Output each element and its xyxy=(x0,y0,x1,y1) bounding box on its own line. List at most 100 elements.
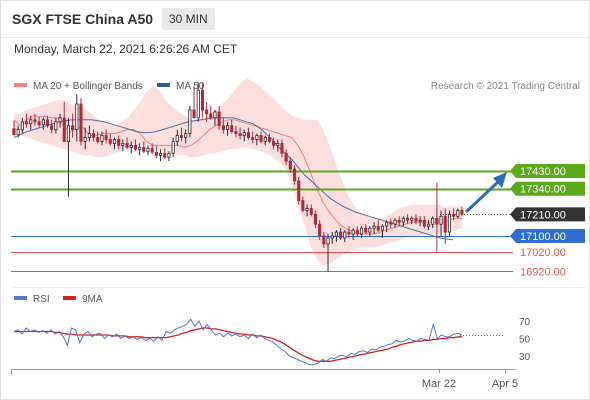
candle xyxy=(284,152,288,162)
candle xyxy=(117,139,121,146)
price-chart: 17430.00 17340.00 17210.00 17100.00 17020.00… xyxy=(11,78,586,390)
candle xyxy=(322,235,326,245)
candle xyxy=(326,237,330,245)
price-label-support: 17100.00 xyxy=(520,231,566,243)
candle xyxy=(443,215,447,233)
candle xyxy=(179,135,184,138)
candle xyxy=(405,217,410,221)
candle xyxy=(41,119,45,126)
candle xyxy=(33,119,37,123)
candle xyxy=(288,160,292,170)
candle xyxy=(397,219,401,223)
candle xyxy=(204,109,209,115)
candle xyxy=(263,137,267,142)
candle xyxy=(313,213,317,225)
candle xyxy=(158,152,163,156)
candle xyxy=(447,213,451,233)
price-label-target: 16920.00 xyxy=(520,267,566,279)
price-label-target: 17020.00 xyxy=(520,247,566,259)
candle xyxy=(196,89,200,119)
candle xyxy=(45,119,49,127)
candle xyxy=(234,131,238,135)
candle xyxy=(435,217,439,225)
candle xyxy=(29,119,33,125)
candle xyxy=(92,133,96,138)
rsi-tick-70: 70 xyxy=(519,317,531,328)
candle xyxy=(200,89,205,111)
candle xyxy=(334,231,338,237)
candle xyxy=(75,103,79,131)
candle xyxy=(255,135,259,140)
candle xyxy=(330,235,334,239)
candle xyxy=(163,152,167,158)
candle xyxy=(359,227,364,235)
candle xyxy=(79,103,83,142)
candle xyxy=(355,229,359,235)
candle xyxy=(96,137,100,142)
candle xyxy=(380,225,384,231)
candle xyxy=(393,219,397,225)
price-label-resistance: 17340.00 xyxy=(520,184,566,196)
candle xyxy=(87,133,91,138)
candle xyxy=(58,117,62,123)
candle xyxy=(338,231,343,239)
rsi-tick-30: 30 xyxy=(519,352,531,363)
candle xyxy=(452,213,456,217)
candle xyxy=(292,168,297,182)
candle xyxy=(100,135,104,142)
candle xyxy=(24,121,29,125)
candle xyxy=(108,139,112,144)
candle xyxy=(246,132,251,138)
candle xyxy=(225,125,230,130)
candle xyxy=(364,227,368,233)
candle xyxy=(309,207,313,215)
candle xyxy=(121,142,125,146)
candle xyxy=(426,223,431,227)
candle xyxy=(242,132,246,137)
candle xyxy=(347,231,351,235)
candle xyxy=(154,151,158,156)
candle xyxy=(20,121,24,131)
candle xyxy=(238,133,242,137)
candle xyxy=(422,219,426,227)
candle xyxy=(376,225,380,231)
candle xyxy=(217,111,221,127)
candle xyxy=(146,147,150,152)
price-label-resistance: 17430.00 xyxy=(520,166,566,178)
candle xyxy=(410,217,414,221)
candle xyxy=(372,225,376,229)
candle xyxy=(431,217,435,225)
candle xyxy=(71,125,75,130)
candle xyxy=(142,146,146,152)
candle xyxy=(150,147,154,153)
candle xyxy=(414,217,418,222)
candle xyxy=(276,142,280,146)
candle xyxy=(62,117,66,142)
candle xyxy=(112,139,117,144)
candle xyxy=(271,141,276,146)
time-tick-label: Apr 5 xyxy=(492,378,518,390)
time-tick-label: Mar 22 xyxy=(422,378,456,390)
candle xyxy=(125,142,129,148)
price-label-current: 17210.00 xyxy=(520,209,566,221)
candle xyxy=(83,137,87,142)
candle xyxy=(385,221,389,227)
candle xyxy=(297,180,301,201)
candle xyxy=(167,152,171,158)
candle xyxy=(351,229,355,235)
candle xyxy=(456,209,460,217)
candle xyxy=(12,128,16,135)
candle xyxy=(259,135,263,142)
candle xyxy=(138,146,142,150)
candle xyxy=(16,129,20,135)
candle xyxy=(188,109,192,134)
candle xyxy=(301,200,305,211)
candle xyxy=(54,121,58,131)
candle xyxy=(221,125,225,130)
candle xyxy=(50,125,54,130)
candle xyxy=(439,215,443,225)
candle xyxy=(460,209,464,215)
candle xyxy=(267,137,271,142)
candle xyxy=(171,141,175,154)
candle xyxy=(280,142,284,154)
